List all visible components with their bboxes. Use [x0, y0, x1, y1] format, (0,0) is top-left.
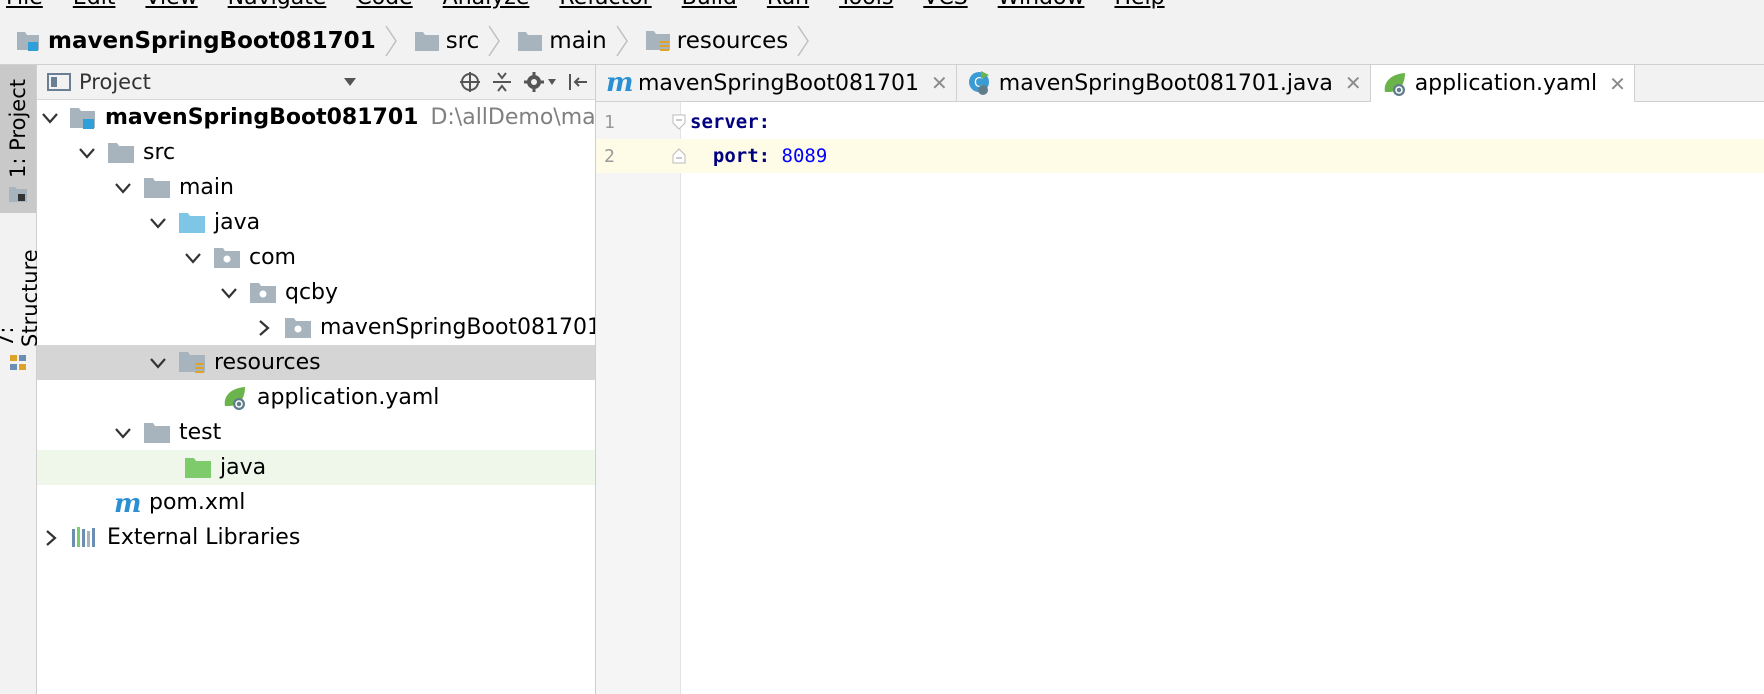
close-icon[interactable]: ✕	[1609, 72, 1626, 96]
package-icon	[284, 316, 312, 340]
menu-edit[interactable]: Edit	[73, 0, 116, 13]
chevron-right-icon	[616, 25, 628, 57]
menu-navigate[interactable]: Navigate	[228, 0, 327, 13]
svg-text:m: m	[114, 490, 141, 516]
locate-file-icon[interactable]	[459, 71, 481, 93]
maven-icon: m	[113, 490, 141, 516]
package-icon	[249, 281, 277, 305]
tree-item-java[interactable]: java	[37, 205, 595, 240]
menu-view[interactable]: View	[145, 0, 197, 13]
menu-tools[interactable]: Tools	[839, 0, 893, 13]
chevron-right-icon[interactable]	[41, 528, 61, 548]
tool-window-stripe: 1: Project 7: Structure	[0, 65, 42, 694]
code-line-current[interactable]: 2 port: 8089	[596, 139, 1764, 173]
hide-panel-icon[interactable]	[567, 71, 589, 93]
chevron-right-icon[interactable]	[254, 318, 274, 338]
module-folder-icon	[69, 105, 97, 131]
tree-item-project-root[interactable]: mavenSpringBoot081701 D:\allDemo\mavenS	[37, 100, 595, 135]
project-panel: Project mavenSpringBoot081701 D:\allDemo…	[37, 65, 596, 694]
spring-config-icon	[1381, 70, 1409, 98]
tree-item-test-java[interactable]: java	[37, 450, 595, 485]
line-gutter	[596, 102, 681, 694]
code-line[interactable]: 1 server:	[596, 105, 1764, 139]
tree-item-application-yaml[interactable]: application.yaml	[37, 380, 595, 415]
library-icon	[71, 526, 99, 550]
settings-gear-icon[interactable]	[523, 71, 557, 93]
chevron-down-icon[interactable]	[148, 213, 168, 233]
folder-icon	[143, 176, 171, 200]
breadcrumb: mavenSpringBoot081701 src main resources	[0, 18, 1764, 65]
menu-vcs[interactable]: VCS	[923, 0, 967, 13]
source-folder-icon	[178, 211, 206, 235]
breadcrumb-main[interactable]: main	[501, 18, 628, 64]
chevron-down-icon[interactable]	[183, 248, 203, 268]
tree-item-src[interactable]: src	[37, 135, 595, 170]
menu-refactor[interactable]: Refactor	[559, 0, 651, 13]
view-dropdown-arrow-icon[interactable]	[343, 77, 357, 87]
menu-analyze[interactable]: Analyze	[443, 0, 530, 13]
folder-icon	[414, 30, 440, 52]
chevron-down-icon[interactable]	[113, 178, 133, 198]
menu-help[interactable]: Help	[1114, 0, 1164, 13]
resources-folder-icon	[178, 350, 206, 376]
collapse-all-icon[interactable]	[491, 71, 513, 93]
menu-code[interactable]: Code	[356, 0, 412, 13]
fold-end-marker-icon[interactable]	[672, 148, 686, 164]
tree-item-pom-xml[interactable]: m pom.xml	[37, 485, 595, 520]
menu-build[interactable]: Build	[682, 0, 737, 13]
spring-config-icon	[221, 384, 249, 412]
project-panel-header: Project	[37, 65, 595, 100]
close-icon[interactable]: ✕	[1345, 71, 1362, 95]
module-folder-icon	[16, 29, 42, 53]
chevron-right-icon	[797, 25, 810, 57]
project-tool-icon	[8, 184, 28, 208]
tab-application-yaml[interactable]: application.yaml ✕	[1370, 65, 1635, 102]
spring-boot-class-icon: C	[967, 69, 993, 97]
test-source-folder-icon	[184, 456, 212, 480]
project-tool-button[interactable]: 1: Project	[0, 65, 36, 213]
chevron-down-icon[interactable]	[77, 143, 97, 163]
breadcrumb-src[interactable]: src	[398, 18, 502, 64]
tab-main-java[interactable]: C mavenSpringBoot081701.java ✕	[957, 65, 1371, 101]
structure-tool-button[interactable]: 7: Structure	[0, 227, 42, 377]
menu-bar: File Edit View Navigate Code Analyze Ref…	[0, 0, 1764, 18]
package-icon	[213, 246, 241, 270]
folder-icon	[107, 141, 135, 165]
editor-area: m mavenSpringBoot081701 ✕ C mavenSpringB…	[596, 65, 1764, 694]
chevron-right-icon	[385, 25, 397, 57]
svg-text:m: m	[606, 70, 632, 96]
tree-item-main[interactable]: main	[37, 170, 595, 205]
menu-file[interactable]: File	[6, 0, 43, 13]
chevron-down-icon[interactable]	[148, 353, 168, 373]
fold-marker-icon[interactable]	[672, 114, 686, 130]
tree-item-test[interactable]: test	[37, 415, 595, 450]
folder-icon	[143, 421, 171, 445]
chevron-down-icon[interactable]	[113, 423, 133, 443]
tree-item-external-libraries[interactable]: External Libraries	[37, 520, 595, 555]
folder-icon	[517, 30, 543, 52]
breadcrumb-project[interactable]: mavenSpringBoot081701	[0, 18, 398, 64]
tree-item-resources[interactable]: resources	[37, 345, 595, 380]
resources-folder-icon	[645, 29, 671, 53]
menu-run[interactable]: Run	[767, 0, 809, 13]
chevron-down-icon[interactable]	[41, 108, 59, 128]
tree-item-package[interactable]: mavenSpringBoot081701	[37, 310, 595, 345]
structure-tool-icon	[8, 353, 28, 377]
project-view-icon	[47, 72, 71, 92]
menu-window[interactable]: Window	[998, 0, 1085, 13]
breadcrumb-resources[interactable]: resources	[629, 18, 810, 64]
tree-item-com[interactable]: com	[37, 240, 595, 275]
maven-icon: m	[606, 70, 632, 96]
editor-tabs: m mavenSpringBoot081701 ✕ C mavenSpringB…	[596, 65, 1764, 102]
tab-pom[interactable]: m mavenSpringBoot081701 ✕	[596, 65, 957, 101]
tree-item-qcby[interactable]: qcby	[37, 275, 595, 310]
chevron-right-icon	[488, 25, 501, 57]
chevron-down-icon[interactable]	[219, 283, 239, 303]
close-icon[interactable]: ✕	[931, 71, 948, 95]
